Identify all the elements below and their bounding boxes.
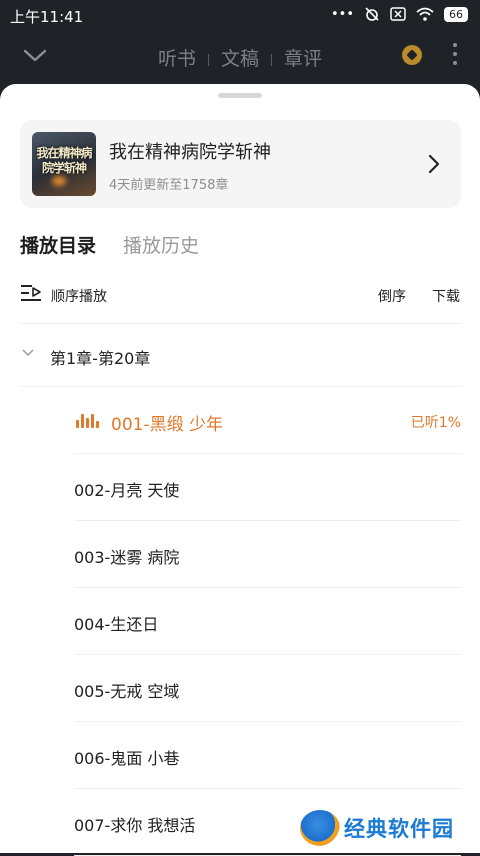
more-menu-icon[interactable] bbox=[453, 43, 457, 70]
tab-listen[interactable]: 听书 bbox=[158, 48, 196, 70]
download-button[interactable]: 下载 bbox=[432, 286, 460, 306]
book-title: 我在精神病院学斩神 bbox=[109, 142, 271, 163]
chevron-right-icon bbox=[428, 154, 440, 174]
playing-wave-icon bbox=[76, 414, 99, 428]
chapter-title: 005-无戒 空域 bbox=[74, 682, 180, 701]
chapter-title: 006-鬼面 小巷 bbox=[74, 749, 180, 768]
tab-divider bbox=[207, 53, 209, 66]
chapter-item[interactable]: 003-迷雾 病院 bbox=[74, 521, 461, 588]
battery-icon: 66 bbox=[444, 6, 468, 22]
listen-progress: 已听1% bbox=[410, 415, 461, 431]
status-time: 上午11:41 bbox=[10, 8, 84, 26]
chapter-item-current[interactable]: 001-黑缎 少年 已听1% bbox=[74, 387, 461, 454]
chapter-title: 001-黑缎 少年 bbox=[111, 415, 223, 435]
watermark: 经典软件园 bbox=[296, 806, 476, 850]
chapter-title: 003-迷雾 病院 bbox=[74, 548, 180, 567]
cover-title: 我在精神病院学斩神 bbox=[36, 146, 92, 175]
book-card[interactable]: 我在精神病院学斩神 我在精神病院学斩神 4天前更新至1758章 bbox=[20, 120, 461, 208]
book-cover: 我在精神病院学斩神 bbox=[32, 132, 96, 196]
sequential-play-label[interactable]: 顺序播放 bbox=[51, 286, 107, 306]
drag-handle[interactable] bbox=[218, 93, 262, 98]
chapter-title: 002-月亮 天使 bbox=[74, 481, 180, 500]
tab-history[interactable]: 播放历史 bbox=[123, 231, 199, 258]
tab-catalog[interactable]: 播放目录 bbox=[20, 231, 96, 258]
watermark-logo bbox=[300, 810, 340, 846]
alarm-off-icon bbox=[365, 7, 379, 21]
volume-range[interactable]: 第1章-第20章 bbox=[50, 345, 150, 369]
chapter-title: 004-生还日 bbox=[74, 615, 159, 634]
tab-transcript[interactable]: 文稿 bbox=[221, 48, 259, 70]
divider bbox=[20, 323, 461, 324]
sim-off-icon bbox=[390, 7, 406, 21]
status-icons: ••• 66 bbox=[331, 6, 468, 22]
chapter-title: 007-求你 我想活 bbox=[74, 816, 196, 835]
player-header: 听书 文稿 章评 bbox=[0, 30, 480, 84]
cover-glow bbox=[52, 176, 66, 186]
tab-comments[interactable]: 章评 bbox=[284, 48, 322, 70]
reverse-order-button[interactable]: 倒序 bbox=[378, 286, 406, 306]
more-dots-icon: ••• bbox=[330, 6, 354, 22]
chapter-list: 001-黑缎 少年 已听1% 002-月亮 天使 003-迷雾 病院 004-生… bbox=[74, 387, 461, 856]
chapter-item[interactable]: 004-生还日 bbox=[74, 588, 461, 655]
tab-divider bbox=[271, 53, 272, 66]
coin-icon[interactable] bbox=[402, 45, 422, 65]
chapter-item[interactable]: 006-鬼面 小巷 bbox=[74, 722, 461, 789]
wifi-icon bbox=[416, 7, 434, 21]
chapter-item[interactable]: 002-月亮 天使 bbox=[74, 454, 461, 521]
sequential-play-icon[interactable] bbox=[20, 283, 42, 303]
catalog-sheet: 我在精神病院学斩神 我在精神病院学斩神 4天前更新至1758章 播放目录 播放历… bbox=[0, 84, 480, 856]
book-update-info: 4天前更新至1758章 bbox=[109, 178, 229, 193]
watermark-text: 经典软件园 bbox=[344, 817, 454, 841]
chapter-item[interactable]: 005-无戒 空域 bbox=[74, 655, 461, 722]
chevron-down-icon[interactable] bbox=[22, 349, 34, 357]
status-bar: 上午11:41 ••• 66 bbox=[0, 0, 480, 30]
